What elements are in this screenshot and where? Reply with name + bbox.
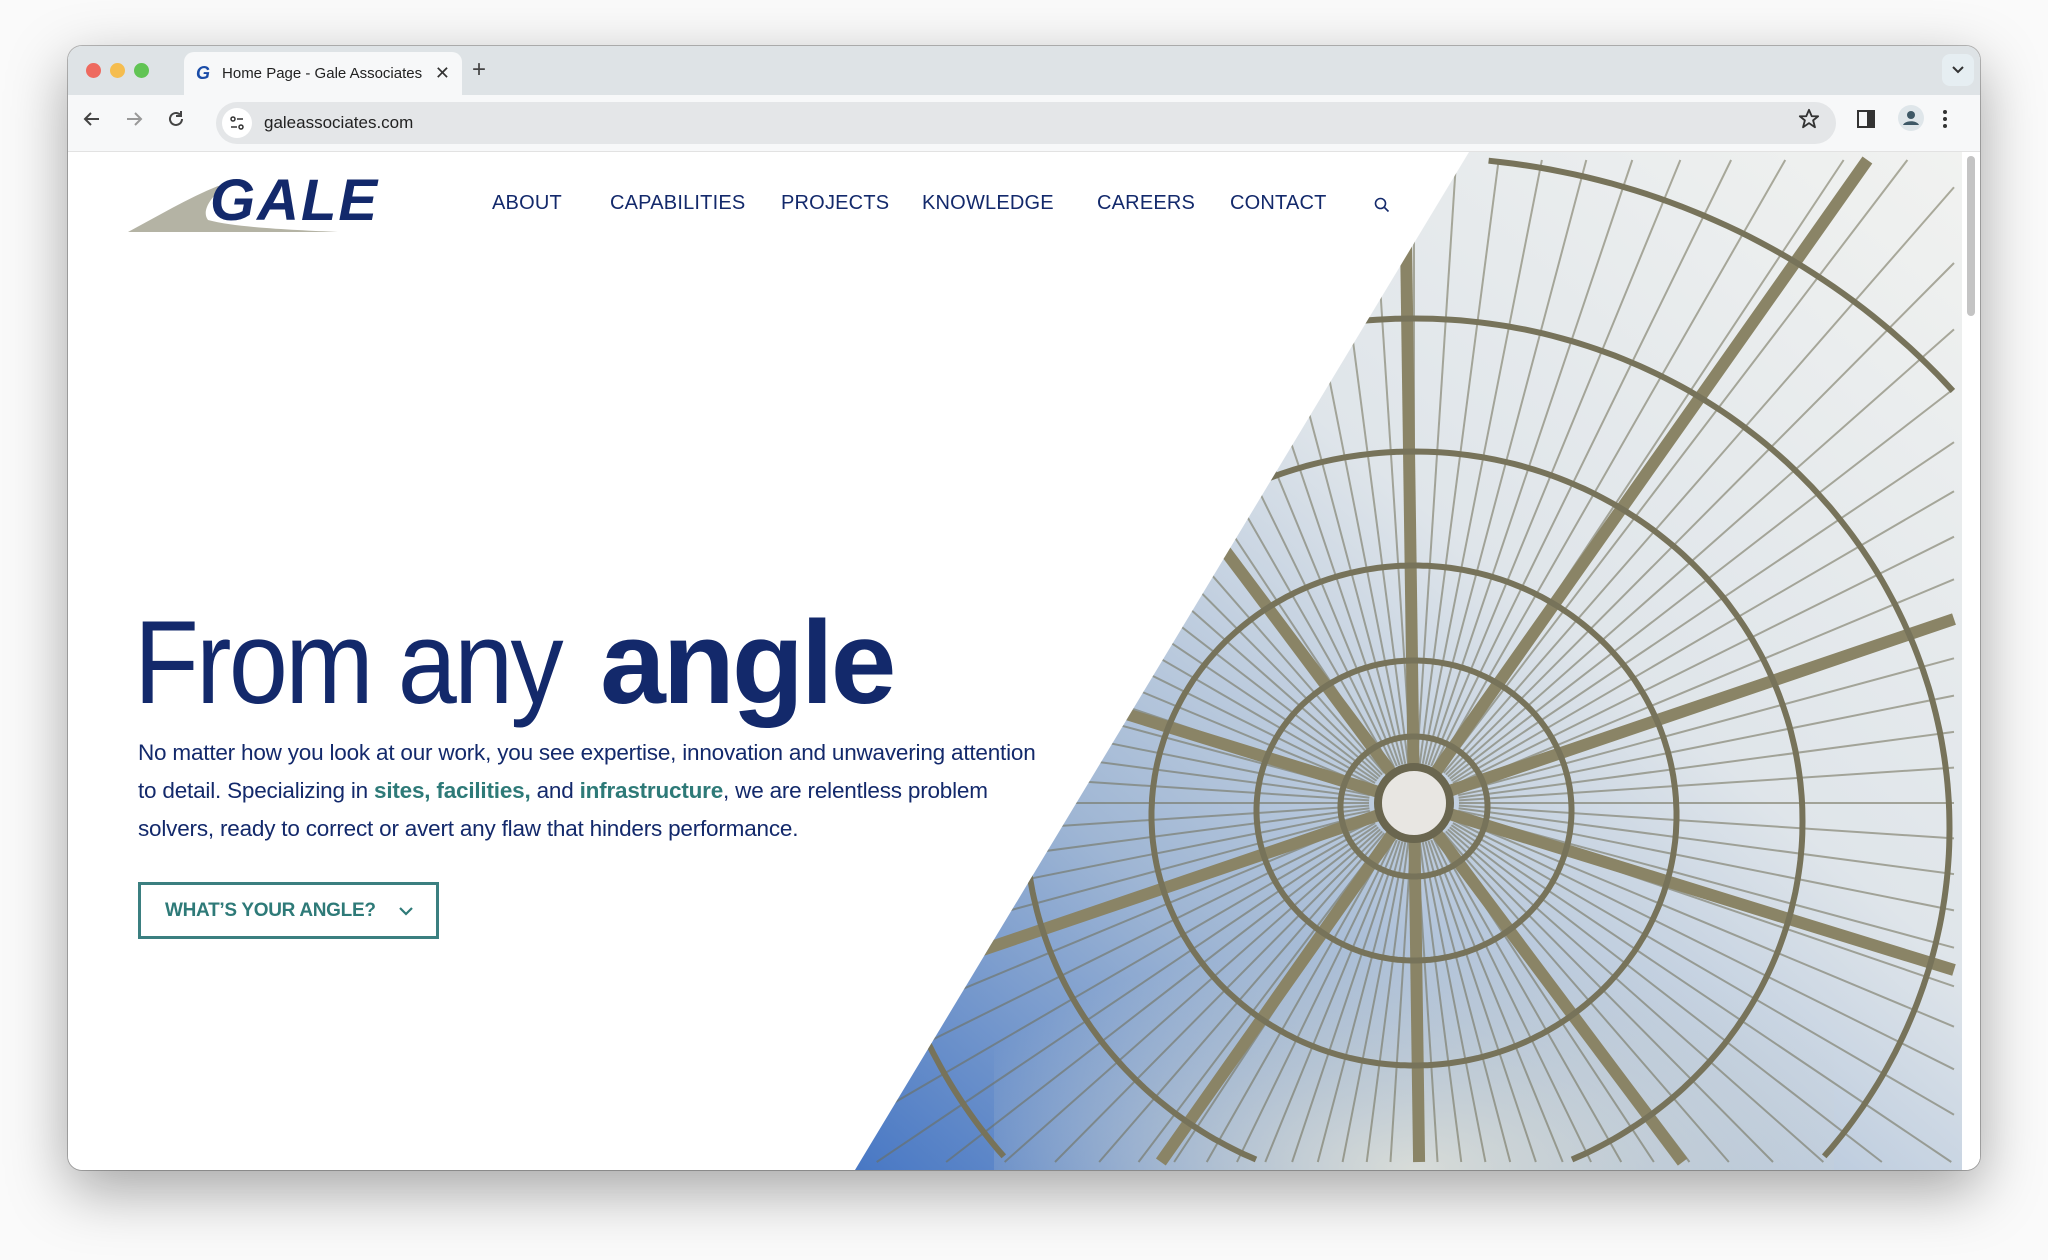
nav-knowledge[interactable]: KNOWLEDGE: [922, 192, 1054, 215]
maximize-window-button[interactable]: [134, 63, 149, 78]
dome-oculus: [1374, 763, 1454, 843]
back-arrow-icon[interactable]: [82, 109, 102, 135]
headline-bold: angle: [600, 597, 896, 729]
search-icon[interactable]: [1374, 197, 1390, 218]
side-panel-icon[interactable]: [1856, 109, 1876, 134]
tab-bar: G Home Page - Gale Associates ✕ +: [68, 46, 1980, 95]
nav-capabilities[interactable]: CAPABILITIES: [610, 192, 745, 215]
new-tab-button[interactable]: +: [472, 56, 486, 84]
page-content: GALE ABOUT CAPABILITIES PROJECTS KNOWLED…: [68, 152, 1980, 1170]
minimize-window-button[interactable]: [110, 63, 125, 78]
nav-careers[interactable]: CAREERS: [1097, 192, 1195, 215]
hero-description: No matter how you look at our work, you …: [138, 734, 1058, 848]
nav-about[interactable]: ABOUT: [492, 192, 562, 215]
scrollbar-thumb[interactable]: [1967, 156, 1975, 316]
page-scrollbar[interactable]: [1962, 152, 1980, 1170]
forward-arrow-icon[interactable]: [124, 109, 144, 135]
link-infrastructure[interactable]: infrastructure: [580, 778, 724, 803]
link-sites[interactable]: sites,: [374, 778, 431, 803]
headline-light: From any: [134, 597, 564, 729]
profile-avatar-icon[interactable]: [1898, 105, 1924, 136]
hero-headline: From any angle: [134, 597, 896, 729]
url-text[interactable]: galeassociates.com: [264, 113, 413, 133]
nav-contact[interactable]: CONTACT: [1230, 192, 1327, 215]
tab-home-page[interactable]: G Home Page - Gale Associates ✕: [184, 52, 462, 95]
reload-icon[interactable]: [166, 109, 186, 135]
logo-wordmark: GALE: [210, 176, 379, 233]
site-settings-icon[interactable]: [222, 108, 252, 138]
link-facilities[interactable]: facilities,: [436, 778, 530, 803]
whats-your-angle-button[interactable]: WHAT’S YOUR ANGLE?: [138, 882, 439, 939]
tab-search-chevron-down-icon[interactable]: [1942, 54, 1974, 86]
address-bar[interactable]: galeassociates.com: [216, 102, 1836, 144]
gale-logo[interactable]: GALE: [128, 168, 412, 234]
chevron-down-icon: [398, 900, 414, 922]
browser-window: G Home Page - Gale Associates ✕ + galeas…: [68, 46, 1980, 1170]
browser-toolbar: galeassociates.com: [68, 95, 1980, 152]
cta-label: WHAT’S YOUR ANGLE?: [165, 899, 376, 921]
tab-title: Home Page - Gale Associates: [222, 65, 423, 82]
browser-menu-kebab-icon[interactable]: [1942, 109, 1948, 134]
para-text: and: [530, 778, 580, 803]
nav-projects[interactable]: PROJECTS: [781, 192, 889, 215]
gale-favicon-icon: G: [196, 63, 211, 83]
close-window-button[interactable]: [86, 63, 101, 78]
dome-rib: [1408, 802, 1426, 1163]
close-tab-icon[interactable]: ✕: [435, 63, 450, 84]
bookmark-star-icon[interactable]: [1798, 108, 1820, 137]
